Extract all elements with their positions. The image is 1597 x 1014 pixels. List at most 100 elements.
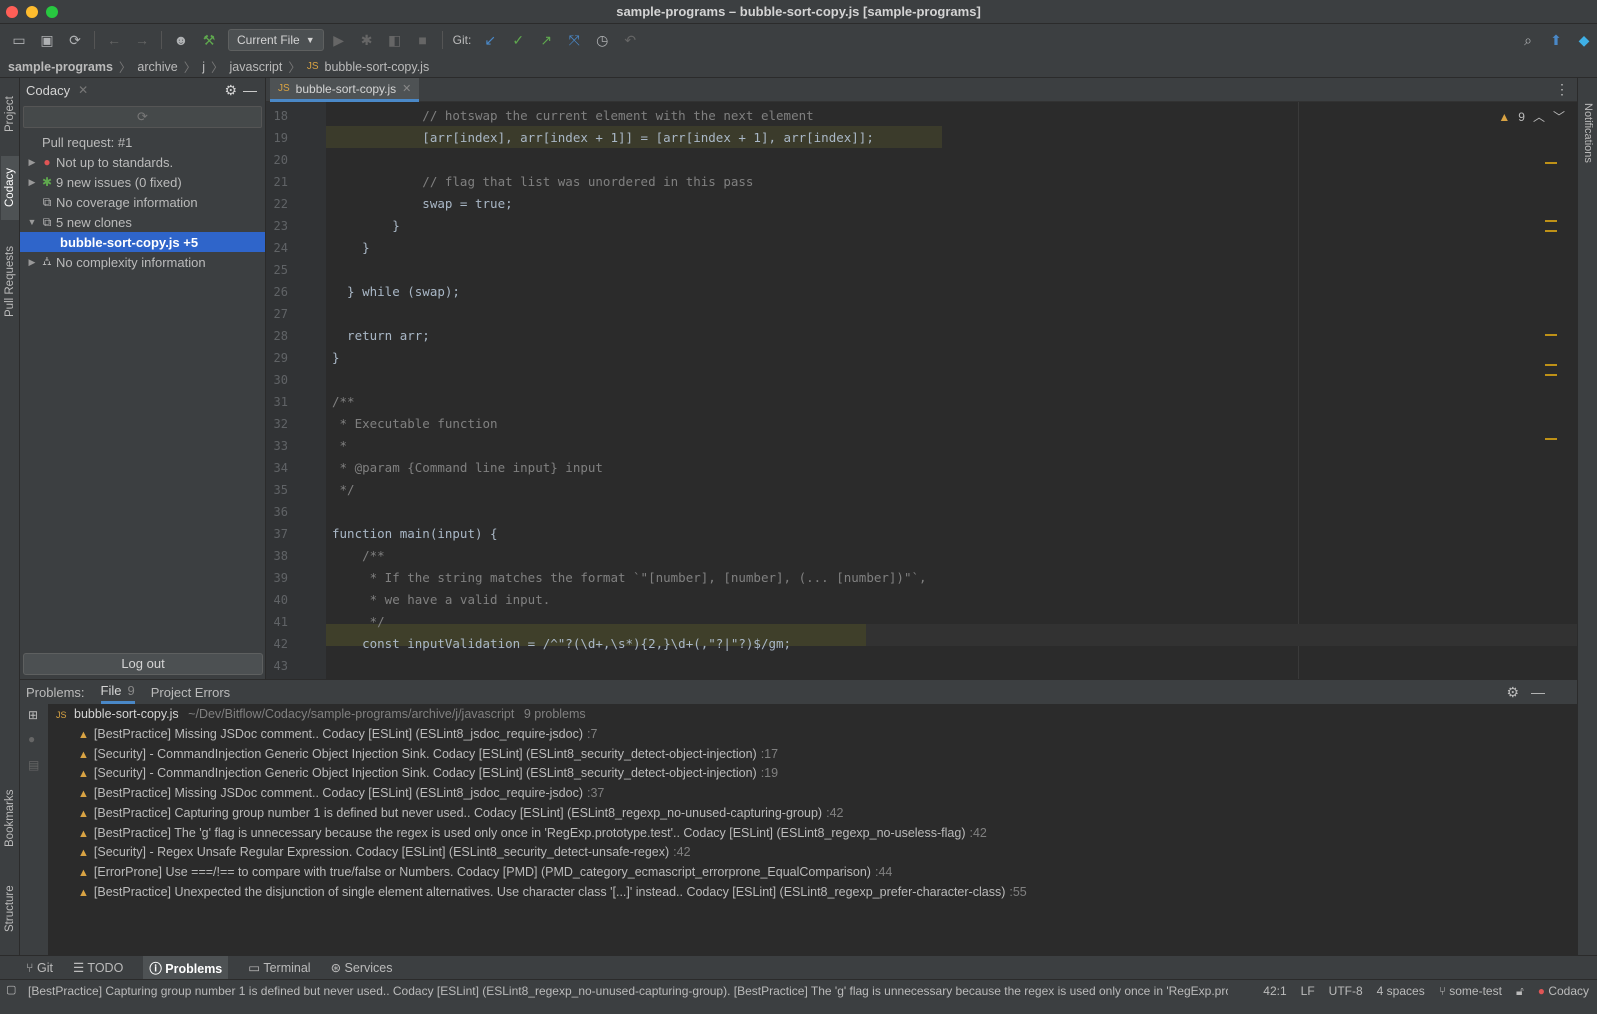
git-commit-icon[interactable]: ✓ xyxy=(505,27,531,53)
problem-row[interactable]: ▲ [Security] - CommandInjection Generic O… xyxy=(78,744,778,764)
pull-request-node[interactable]: Pull request: #1 xyxy=(20,132,265,152)
line-number[interactable]: 39 xyxy=(266,571,288,585)
tree-item-clones[interactable]: ▼ ⧉ 5 new clones xyxy=(20,212,265,232)
git-update-icon[interactable]: ↙ xyxy=(477,27,503,53)
status-encoding[interactable]: UTF-8 xyxy=(1329,984,1363,999)
tab-bubble-sort-copy[interactable]: JS bubble-sort-copy.js ✕ xyxy=(270,78,420,102)
line-number[interactable]: 34 xyxy=(266,461,288,475)
tool-tab-problems[interactable]: ⓘ Problems xyxy=(143,956,229,979)
problem-row[interactable]: ▲ [Security] - Regex Unsafe Regular Expre… xyxy=(78,842,691,862)
scrollbar-warning-marker[interactable] xyxy=(1545,438,1557,440)
line-number[interactable]: 38 xyxy=(266,549,288,563)
search-icon[interactable]: ⌕ xyxy=(1515,27,1541,53)
line-number[interactable]: 25 xyxy=(266,263,288,277)
gear-icon[interactable]: ⚙ xyxy=(1506,684,1519,701)
code-line[interactable]: const inputValidation = /^"?(\d+,\s*){2,… xyxy=(332,633,791,655)
line-number[interactable]: 28 xyxy=(266,329,288,343)
line-number[interactable]: 43 xyxy=(266,659,288,673)
line-number[interactable]: 23 xyxy=(266,219,288,233)
code-line[interactable]: * xyxy=(332,435,348,457)
code-line[interactable]: */ xyxy=(332,479,355,501)
run-configuration-select[interactable]: Current File ▼ xyxy=(228,29,324,51)
code-line[interactable]: * Executable function xyxy=(332,413,498,435)
line-number[interactable]: 30 xyxy=(266,373,288,387)
tree-item-standards[interactable]: ▶ ● Not up to standards. xyxy=(20,152,265,172)
git-merge-icon[interactable]: ⤧ xyxy=(561,27,587,53)
code-line[interactable]: * @param {Command line input} input xyxy=(332,457,603,479)
line-number[interactable]: 29 xyxy=(266,351,288,365)
code-line[interactable]: * If the string matches the format `"[nu… xyxy=(332,567,927,589)
tool-tab-services[interactable]: ⊛ Services xyxy=(331,960,393,975)
git-rollback-icon[interactable]: ↶ xyxy=(617,27,643,53)
problem-row[interactable]: ▲ [ErrorProne] Use ===/!== to compare wit… xyxy=(78,862,892,882)
scrollbar-warning-marker[interactable] xyxy=(1545,364,1557,366)
code-line[interactable]: swap = true; xyxy=(332,193,512,215)
tree-item-issues[interactable]: ▶ ✱ 9 new issues (0 fixed) xyxy=(20,172,265,192)
code-line[interactable]: } while (swap); xyxy=(332,281,460,303)
more-icon[interactable]: ⋮ xyxy=(1555,81,1569,98)
breadcrumb-javascript[interactable]: javascript xyxy=(230,60,283,74)
tool-tab-todo[interactable]: ☰ TODO xyxy=(73,960,123,975)
problems-file-row[interactable]: JS bubble-sort-copy.js ~/Dev/Bitflow/Cod… xyxy=(56,704,586,724)
chevron-down-icon[interactable]: ▼ xyxy=(26,217,38,227)
scrollbar-warning-marker[interactable] xyxy=(1545,162,1557,164)
chevron-down-icon[interactable]: ﹀ xyxy=(1553,108,1565,125)
status-layout-icon[interactable]: ▢ xyxy=(6,983,16,996)
code-line[interactable]: * we have a valid input. xyxy=(332,589,551,611)
code-line[interactable]: function main(input) { xyxy=(332,523,498,545)
tree-item-coverage[interactable]: ⧉ No coverage information xyxy=(20,192,265,212)
logout-button[interactable]: Log out xyxy=(23,653,263,675)
line-number[interactable]: 32 xyxy=(266,417,288,431)
code-line[interactable]: return arr; xyxy=(332,325,430,347)
line-number[interactable]: 33 xyxy=(266,439,288,453)
git-push-icon[interactable]: ↗ xyxy=(533,27,559,53)
problem-row[interactable]: ▲ [BestPractice] The 'g' flag is unnecess… xyxy=(78,823,987,843)
line-number[interactable]: 21 xyxy=(266,175,288,189)
code-line[interactable]: // flag that list was unordered in this … xyxy=(332,171,753,193)
scrollbar-warning-marker[interactable] xyxy=(1545,374,1557,376)
build-hammer-icon[interactable]: ⚒ xyxy=(196,27,222,53)
tree-item-complexity[interactable]: ▶ ⛼ No complexity information xyxy=(20,252,265,272)
status-indent[interactable]: 4 spaces xyxy=(1377,984,1425,999)
gear-icon[interactable]: ⚙ xyxy=(224,82,237,99)
problem-row[interactable]: ▲ [BestPractice] Capturing group number 1… xyxy=(78,803,844,823)
line-number[interactable]: 18 xyxy=(266,109,288,123)
line-number[interactable]: 20 xyxy=(266,153,288,167)
minimize-icon[interactable]: — xyxy=(1531,684,1545,700)
line-number[interactable]: 31 xyxy=(266,395,288,409)
bulb-icon[interactable]: ● xyxy=(28,732,35,746)
minimize-window-button[interactable] xyxy=(26,6,38,18)
inspection-widget[interactable]: ▲ 9 ︿ ﹀ xyxy=(1498,108,1565,125)
code-line[interactable]: [arr[index], arr[index + 1]] = [arr[inde… xyxy=(332,127,874,149)
breadcrumb-archive[interactable]: archive xyxy=(137,60,177,74)
maximize-window-button[interactable] xyxy=(46,6,58,18)
stop-icon[interactable]: ■ xyxy=(410,27,436,53)
line-number[interactable]: 41 xyxy=(266,615,288,629)
code-line[interactable]: /** xyxy=(332,391,355,413)
tool-window-pull-requests[interactable]: Pull Requests xyxy=(1,236,19,328)
close-icon[interactable]: ✕ xyxy=(78,83,88,97)
status-position[interactable]: 42:1 xyxy=(1263,984,1286,999)
line-number[interactable]: 37 xyxy=(266,527,288,541)
open-folder-icon[interactable]: ▭ xyxy=(6,27,32,53)
status-codacy[interactable]: ● Codacy xyxy=(1538,984,1589,999)
preview-icon[interactable]: ▤ xyxy=(28,758,39,772)
update-icon[interactable]: ⬆ xyxy=(1543,27,1569,53)
problem-row[interactable]: ▲ [Security] - CommandInjection Generic O… xyxy=(78,763,778,783)
line-number[interactable]: 27 xyxy=(266,307,288,321)
tool-tab-git[interactable]: ⑂ Git xyxy=(26,961,53,975)
close-window-button[interactable] xyxy=(6,6,18,18)
tool-tab-terminal[interactable]: ▭ Terminal xyxy=(248,960,310,975)
code-line[interactable]: } xyxy=(332,347,340,369)
expand-icon[interactable]: ⊞ xyxy=(28,708,38,722)
code-line[interactable]: /** xyxy=(332,545,385,567)
breadcrumb-j[interactable]: j xyxy=(202,60,205,74)
code-line[interactable]: // hotswap the current element with the … xyxy=(332,105,813,127)
line-number[interactable]: 35 xyxy=(266,483,288,497)
minimize-icon[interactable]: — xyxy=(243,82,257,98)
line-number[interactable]: 40 xyxy=(266,593,288,607)
scrollbar-warning-marker[interactable] xyxy=(1545,230,1557,232)
code-line[interactable]: */ xyxy=(332,611,385,633)
status-message[interactable]: [BestPractice] Capturing group number 1 … xyxy=(28,984,1228,998)
status-branch[interactable]: ⑂ some-test xyxy=(1439,984,1502,999)
